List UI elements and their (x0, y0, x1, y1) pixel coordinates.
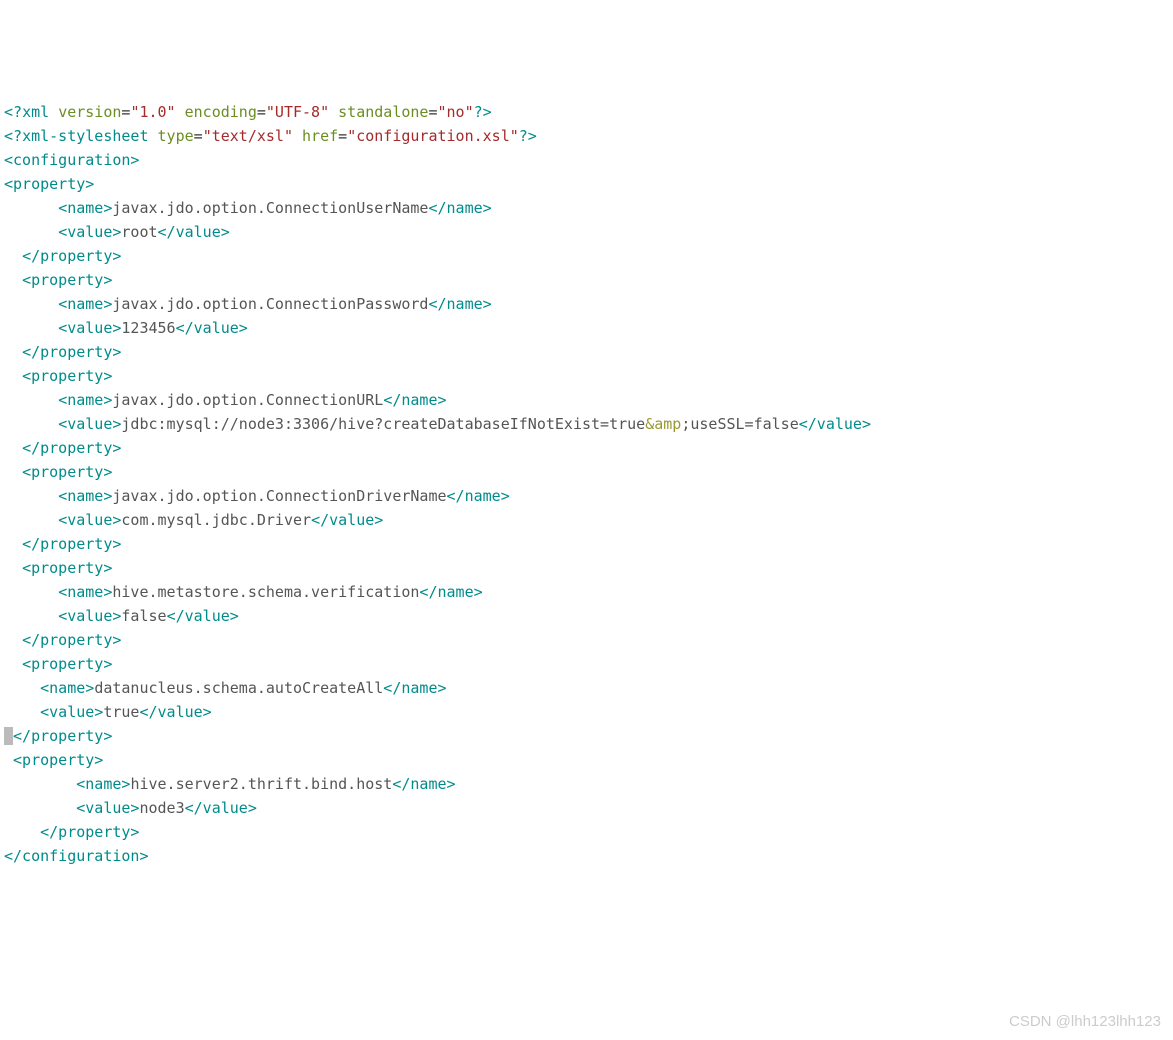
prop-value-pre: jdbc:mysql://node3:3306/hive?createDatab… (121, 415, 645, 433)
attr-type: type (158, 127, 194, 145)
tag-value-close: </value> (139, 703, 211, 721)
tag-name-open: <name> (40, 679, 94, 697)
prop-value: true (103, 703, 139, 721)
attr-version: version (58, 103, 121, 121)
val-href: "configuration.xsl" (347, 127, 519, 145)
prop-name: javax.jdo.option.ConnectionUserName (112, 199, 428, 217)
tag-value-open: <value> (58, 319, 121, 337)
val-standalone: "no" (438, 103, 474, 121)
tag-value-close: </value> (799, 415, 871, 433)
tag-value-open: <value> (58, 415, 121, 433)
prop-value: false (121, 607, 166, 625)
tag-name-close: </name> (447, 487, 510, 505)
tag-name-open: <name> (58, 487, 112, 505)
entity-semi: ; (681, 415, 690, 433)
tag-value-close: </value> (185, 799, 257, 817)
tag-name-close: </name> (419, 583, 482, 601)
tag-property-close: </property> (22, 343, 121, 361)
pi-open: <? (4, 127, 22, 145)
tag-property-open: <property> (22, 463, 112, 481)
tag-property-close: </property> (22, 631, 121, 649)
tag-value-close: </value> (311, 511, 383, 529)
tag-property-close: </property> (13, 727, 112, 745)
attr-encoding: encoding (185, 103, 257, 121)
tag-name-close: </name> (383, 679, 446, 697)
tag-value-open: <value> (40, 703, 103, 721)
tag-name-close: </name> (428, 199, 491, 217)
attr-standalone: standalone (338, 103, 428, 121)
tag-property-open: <property> (22, 655, 112, 673)
tag-name-open: <name> (58, 391, 112, 409)
val-type: "text/xsl" (203, 127, 293, 145)
tag-property-open: <property> (22, 271, 112, 289)
xml-code-block: <?xml version="1.0" encoding="UTF-8" sta… (4, 100, 1169, 868)
val-version: "1.0" (130, 103, 175, 121)
pi-close: ?> (519, 127, 537, 145)
tag-configuration-close: </configuration> (4, 847, 149, 865)
prop-value: 123456 (121, 319, 175, 337)
tag-property-close: </property> (40, 823, 139, 841)
tag-value-close: </value> (176, 319, 248, 337)
entity-amp: &amp (645, 415, 681, 433)
watermark: CSDN @lhh123lhh123 (1009, 1010, 1161, 1034)
tag-name-close: </name> (428, 295, 491, 313)
prop-name: javax.jdo.option.ConnectionDriverName (112, 487, 446, 505)
tag-property-open: <property> (4, 175, 94, 193)
pi-open: <? (4, 103, 22, 121)
tag-value-close: </value> (167, 607, 239, 625)
tag-property-open: <property> (13, 751, 103, 769)
pi-close: ?> (474, 103, 492, 121)
tag-name-open: <name> (58, 295, 112, 313)
tag-property-close: </property> (22, 535, 121, 553)
prop-name: datanucleus.schema.autoCreateAll (94, 679, 383, 697)
tag-name-open: <name> (58, 583, 112, 601)
tag-name-close: </name> (383, 391, 446, 409)
prop-name: hive.metastore.schema.verification (112, 583, 419, 601)
text-cursor (4, 727, 13, 745)
tag-name-open: <name> (58, 199, 112, 217)
prop-name: javax.jdo.option.ConnectionPassword (112, 295, 428, 313)
attr-href: href (302, 127, 338, 145)
prop-value: root (121, 223, 157, 241)
tag-value-open: <value> (58, 511, 121, 529)
pi-name: xml-stylesheet (22, 127, 148, 145)
tag-value-open: <value> (58, 223, 121, 241)
prop-value: com.mysql.jdbc.Driver (121, 511, 311, 529)
tag-value-close: </value> (158, 223, 230, 241)
tag-property-close: </property> (22, 439, 121, 457)
prop-value: node3 (139, 799, 184, 817)
tag-configuration-open: <configuration> (4, 151, 139, 169)
prop-name: javax.jdo.option.ConnectionURL (112, 391, 383, 409)
tag-value-open: <value> (76, 799, 139, 817)
tag-property-open: <property> (22, 367, 112, 385)
tag-property-open: <property> (22, 559, 112, 577)
prop-value-post: useSSL=false (690, 415, 798, 433)
val-encoding: "UTF-8" (266, 103, 329, 121)
tag-value-open: <value> (58, 607, 121, 625)
pi-name: xml (22, 103, 49, 121)
tag-property-close: </property> (22, 247, 121, 265)
